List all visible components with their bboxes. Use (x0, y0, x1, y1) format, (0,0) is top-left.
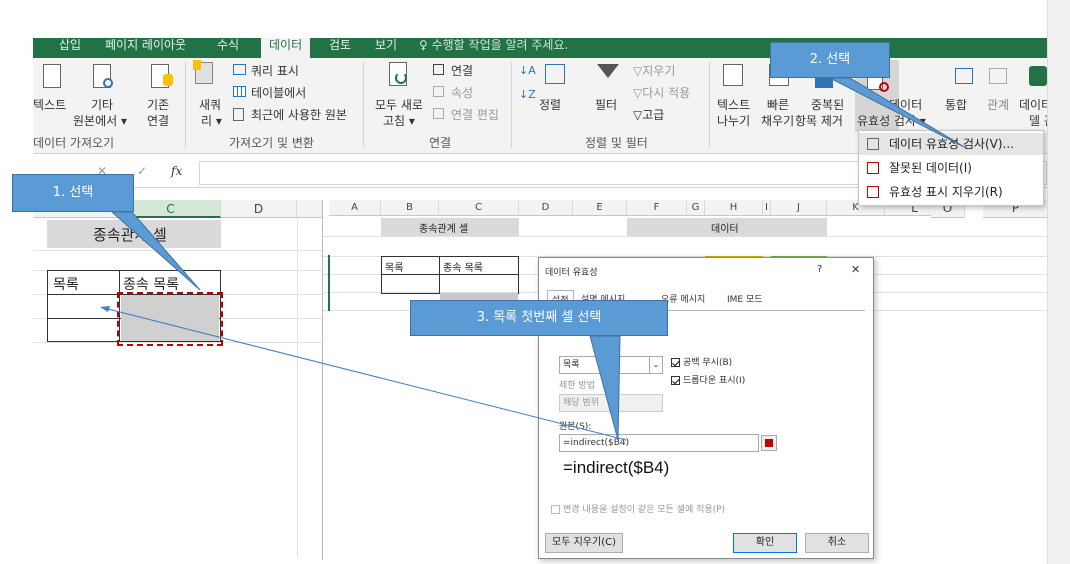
arrow-head-icon (100, 306, 110, 312)
callout-step-1: 1. 선택 (12, 174, 134, 212)
callout-step-2: 2. 선택 (770, 42, 890, 78)
annotation-layer (100, 77, 967, 441)
callout3-pointer (589, 335, 621, 441)
callout2-pointer (829, 77, 967, 149)
callout1-pointer (110, 211, 201, 291)
callout-step-3: 3. 목록 첫번째 셀 선택 (410, 300, 668, 336)
right-scroll-panel[interactable] (1047, 0, 1070, 564)
